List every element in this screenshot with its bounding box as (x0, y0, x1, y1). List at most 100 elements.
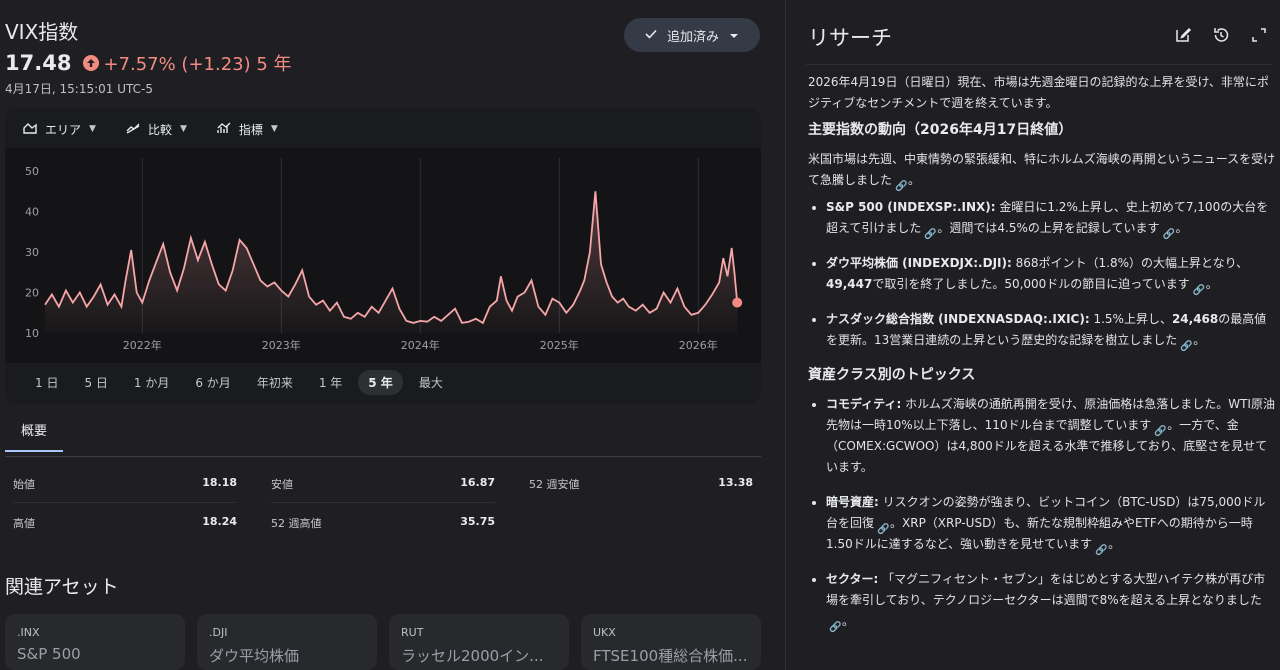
asset-name: ダウ平均株価 (209, 647, 300, 665)
price-chart[interactable]: 50 40 30 20 10 2022年 2023年 2024年 2025年 2026年 (5, 148, 761, 363)
y-tick-label: 40 (25, 206, 39, 219)
history-icon[interactable] (1212, 26, 1232, 46)
area-chart-button[interactable]: エリア ▼ (23, 121, 96, 138)
index-list: S&P 500 (INDEXSP:.INX): 金曜日に1.2%上昇し、史上初め… (808, 197, 1276, 352)
range-option[interactable]: 1 か月 (124, 370, 179, 395)
research-body: 2026年4月19日（日曜日）現在、市場は先週金曜日の記録的な上昇を受け、非常に… (808, 72, 1276, 646)
item-text: 。週間では4.5%の上昇を記録しています (937, 221, 1160, 235)
item-text: で取引を終了しました。50,000ドルの節目に迫っています (872, 277, 1190, 291)
timestamp: 4月17日, 15:15:01 UTC-5 (5, 82, 153, 96)
asset-name: ラッセル2000イン... (401, 647, 544, 665)
asset-symbol: .INX (17, 626, 40, 639)
chart-toolbar: エリア ▼ 比較 ▼ 指標 ▼ (23, 118, 278, 140)
research-divider (806, 64, 1272, 65)
x-tick-label: 2023年 (262, 338, 301, 352)
indicators-icon (217, 122, 231, 137)
x-tick-label: 2024年 (401, 338, 440, 352)
stat-value: 18.24 (202, 515, 237, 528)
area-chart-label: エリア (45, 122, 82, 137)
section-heading: 資産クラス別のトピックス (808, 367, 976, 383)
section-text: 米国市場は先週、中東情勢の緊張緩和、特にホルムズ海峡の再開というニュースを受けて… (808, 152, 1276, 192)
current-price: 17.48 (5, 51, 72, 75)
research-title: リサーチ (808, 26, 892, 50)
x-tick-label: 2026年 (679, 338, 718, 352)
chart-card: エリア ▼ 比較 ▼ 指標 ▼ 50 40 30 20 10 2022年 202… (5, 108, 761, 404)
chart-area-fill (45, 191, 738, 333)
asset-card[interactable]: .DJI ダウ平均株価 (197, 614, 377, 670)
link-icon[interactable]: 🔗 (1095, 540, 1107, 556)
area-chart-icon (23, 122, 37, 137)
list-item: ダウ平均株価 (INDEXDJX:.DJI): 868ポイント（1.8%）の大幅… (826, 253, 1276, 296)
item-label: コモディティ: (826, 397, 902, 411)
list-item: コモディティ: ホルムズ海峡の通航再開を受け、原油価格は急落しました。WTI原油… (826, 394, 1276, 478)
y-tick-label: 30 (25, 246, 39, 259)
stat-value: 35.75 (460, 515, 495, 528)
range-option[interactable]: 年初来 (247, 370, 303, 395)
asset-card[interactable]: UKX FTSE100種総合株価... (581, 614, 761, 670)
stat-label: 52 週高値 (271, 517, 322, 530)
added-label: 追加済み (666, 29, 719, 45)
stat-value: 16.87 (460, 476, 495, 489)
link-icon[interactable]: 🔗 (829, 617, 841, 633)
indicators-button[interactable]: 指標 ▼ (217, 121, 278, 138)
tab-overview[interactable]: 概要 (5, 420, 63, 452)
chart-svg: 50 40 30 20 10 2022年 2023年 2024年 2025年 2026年 (25, 158, 743, 352)
range-option[interactable]: 最大 (409, 370, 453, 395)
item-text: 1.5%上昇し、 (1089, 312, 1172, 326)
page-title: VIX指数 (5, 20, 79, 44)
x-tick-label: 2025年 (540, 338, 579, 352)
research-actions (1174, 26, 1270, 46)
asset-card[interactable]: .INX S&P 500 (5, 614, 185, 670)
edit-icon[interactable] (1174, 26, 1194, 46)
check-icon (645, 28, 657, 43)
caret-down-icon: ▼ (89, 124, 96, 134)
added-watchlist-button[interactable]: 追加済み (624, 18, 760, 52)
chart-end-point (732, 297, 743, 308)
item-label: ダウ平均株価 (INDEXDJX:.DJI): (826, 256, 1012, 270)
asset-card[interactable]: RUT ラッセル2000イン... (389, 614, 569, 670)
range-option[interactable]: 1 年 (309, 370, 352, 395)
stat-label: 安値 (271, 478, 293, 491)
section-heading: 主要指数の動向（2026年4月17日終値） (808, 122, 1073, 138)
range-option[interactable]: 6 か月 (185, 370, 240, 395)
link-icon[interactable]: 🔗 (1193, 280, 1205, 296)
caret-down-icon: ▼ (179, 124, 187, 134)
y-tick-label: 50 (25, 165, 39, 178)
link-icon[interactable]: 🔗 (877, 519, 889, 535)
y-tick-label: 20 (25, 287, 39, 300)
stat-52w-low: 52 週安値 13.38 (529, 476, 753, 502)
stat-label: 始値 (13, 478, 35, 491)
left-panel: VIX指数 17.48 +7.57% (+1.23) 5 年 4月17日, 15… (0, 0, 770, 670)
y-tick-label: 10 (25, 327, 39, 340)
range-option[interactable]: 5 年 (358, 370, 403, 395)
item-label: ナスダック総合指数 (INDEXNASDAQ:.IXIC): (826, 312, 1090, 326)
link-icon[interactable]: 🔗 (924, 224, 936, 240)
link-icon[interactable]: 🔗 (895, 176, 907, 192)
asset-symbol: .DJI (209, 626, 228, 639)
range-selector: 1 日5 日 1 か月 6 か月 年初来 1 年5 年最大 (25, 370, 459, 395)
item-text: 868ポイント（1.8%）の大幅上昇となり、 (1011, 256, 1249, 270)
stat-value: 18.18 (202, 476, 237, 489)
compare-icon (126, 122, 140, 137)
caret-down-icon: ▼ (270, 124, 278, 134)
stat-open: 始値 18.18 (13, 476, 237, 503)
compare-button[interactable]: 比較 ▼ (126, 121, 187, 138)
tab-divider (5, 456, 761, 457)
asset-symbol: RUT (401, 626, 424, 639)
list-item: ナスダック総合指数 (INDEXNASDAQ:.IXIC): 1.5%上昇し、2… (826, 309, 1276, 352)
link-icon[interactable]: 🔗 (1163, 224, 1175, 240)
item-label: セクター: (826, 572, 879, 586)
stat-low: 安値 16.87 (271, 476, 495, 503)
price-change: +7.57% (+1.23) 5 年 (103, 54, 292, 75)
expand-icon[interactable] (1250, 26, 1270, 46)
price-row: 17.48 +7.57% (+1.23) 5 年 (5, 50, 292, 76)
link-icon[interactable]: 🔗 (1180, 336, 1192, 352)
range-option[interactable]: 5 日 (74, 370, 117, 395)
link-icon[interactable]: 🔗 (1154, 421, 1166, 437)
stat-52w-high: 52 週高値 35.75 (271, 515, 495, 541)
research-intro: 2026年4月19日（日曜日）現在、市場は先週金曜日の記録的な上昇を受け、非常に… (808, 75, 1269, 110)
stat-label: 52 週安値 (529, 478, 580, 491)
stat-value: 13.38 (718, 476, 753, 489)
section-text-body: 米国市場は先週、中東情勢の緊張緩和、特にホルムズ海峡の再開というニュースを受けて… (808, 152, 1276, 187)
range-option[interactable]: 1 日 (25, 370, 68, 395)
